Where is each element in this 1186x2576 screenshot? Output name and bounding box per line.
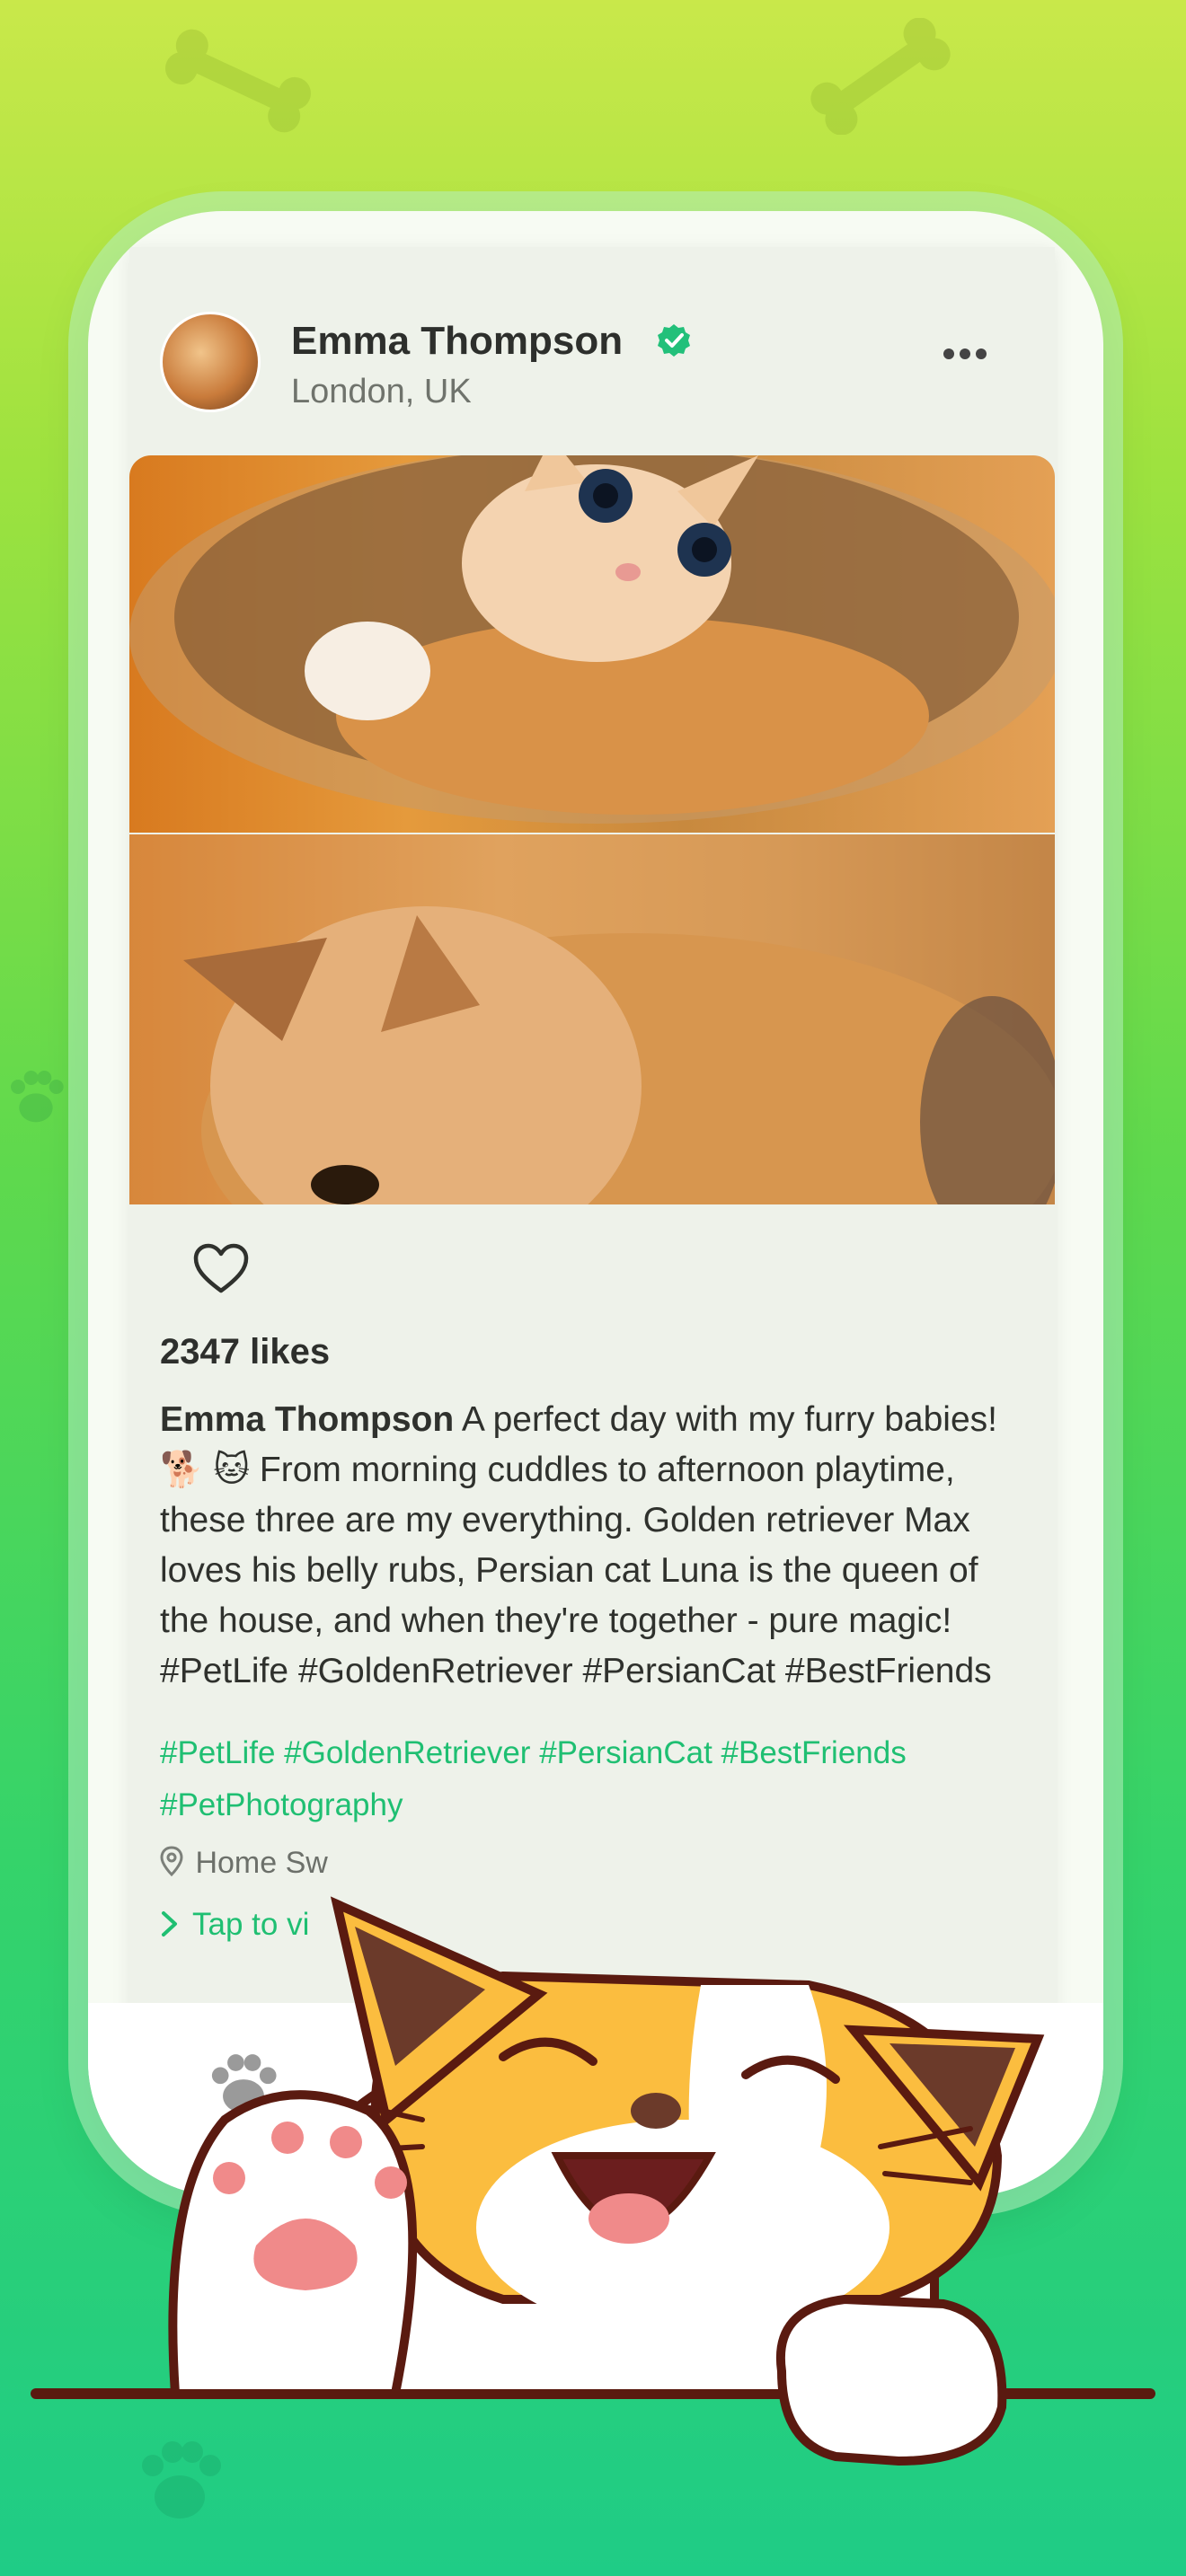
post-photo-2[interactable]: [129, 834, 1055, 1204]
author-location[interactable]: London, UK: [291, 373, 472, 411]
author-name[interactable]: Emma Thompson: [291, 319, 623, 364]
heart-icon[interactable]: [192, 1242, 250, 1296]
caption-text: A perfect day with my furry babies! 🐕 🐱 …: [160, 1400, 997, 1690]
paw-decoration: [11, 1071, 64, 1123]
more-dots-icon[interactable]: [943, 348, 997, 369]
bone-decoration: [164, 29, 312, 133]
hashtag-list[interactable]: #PetLife #GoldenRetriever #PersianCat #B…: [160, 1727, 1027, 1831]
like-count: 2347 likes: [160, 1332, 331, 1372]
cat-mascot-illustration: [31, 1896, 1155, 2466]
post-photo-1[interactable]: [129, 455, 1055, 833]
kitten-photo-1: [129, 455, 1055, 824]
post-header: Emma Thompson London, UK: [129, 247, 1055, 427]
caption-author[interactable]: Emma Thompson: [160, 1400, 454, 1439]
bone-decoration: [810, 18, 951, 135]
verified-check-icon: [658, 324, 690, 357]
post-card: Emma Thompson London, UK 2347 likes Emma…: [129, 247, 1055, 2043]
kitten-photo-2: [129, 834, 1055, 1204]
avatar[interactable]: [160, 312, 261, 412]
post-caption: Emma Thompson A perfect day with my furr…: [160, 1395, 1027, 1697]
